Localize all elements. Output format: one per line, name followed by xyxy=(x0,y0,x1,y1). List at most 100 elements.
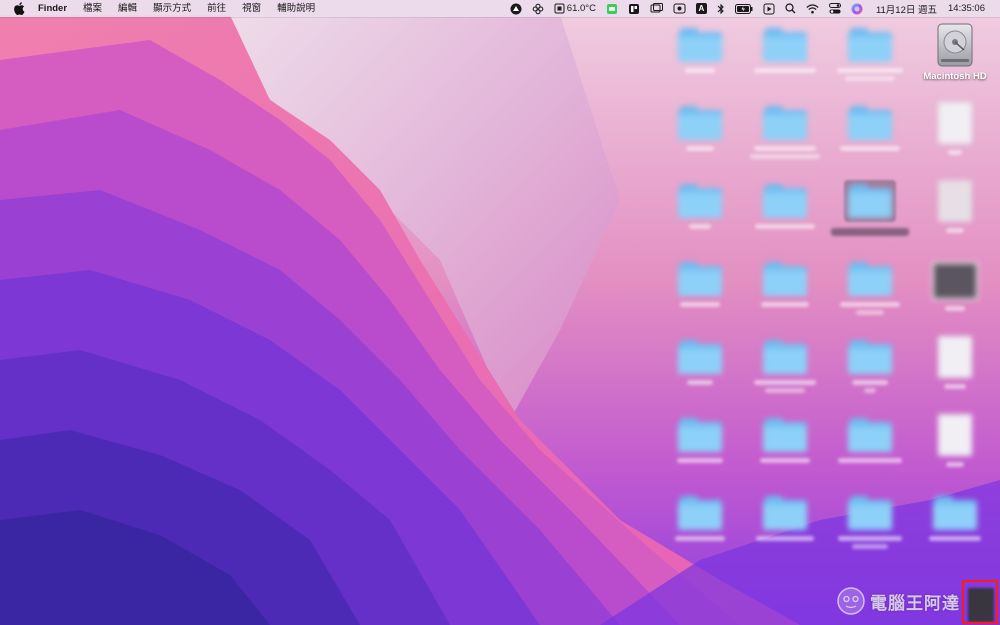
desktop-file[interactable] xyxy=(910,102,1000,155)
blurred-label xyxy=(689,224,711,229)
blurred-label xyxy=(761,302,809,307)
desktop-folder[interactable] xyxy=(825,340,915,393)
desktop-folder[interactable] xyxy=(740,28,830,73)
desktop-folder[interactable] xyxy=(655,340,745,385)
folder-icon xyxy=(678,418,722,452)
screens-icon[interactable] xyxy=(645,0,668,17)
blurred-label xyxy=(948,150,962,155)
blurred-label xyxy=(755,224,815,229)
desktop-folder[interactable] xyxy=(740,418,830,463)
folder-icon xyxy=(933,496,977,530)
menu-finder[interactable]: Finder xyxy=(34,0,75,17)
menu-window[interactable]: 視窗 xyxy=(234,0,269,17)
flower-icon[interactable] xyxy=(527,0,549,17)
apple-menu-icon[interactable] xyxy=(12,2,26,16)
blurred-label xyxy=(852,544,888,549)
desktop-folder[interactable] xyxy=(740,340,830,393)
mascot-face-icon xyxy=(837,587,865,615)
blurred-label xyxy=(840,302,900,307)
desktop-folder[interactable] xyxy=(655,106,745,151)
eye-icon[interactable] xyxy=(668,0,691,17)
blurred-label xyxy=(837,68,903,73)
image-thumbnail-icon xyxy=(932,262,978,300)
menu-view[interactable]: 顯示方式 xyxy=(145,0,199,17)
blurred-label xyxy=(838,458,902,463)
blurred-label xyxy=(831,228,909,236)
macintosh-hd-drive[interactable]: Macintosh HD xyxy=(910,22,1000,82)
folder-icon xyxy=(848,418,892,452)
blurred-label xyxy=(756,536,814,541)
siri-icon[interactable] xyxy=(846,0,868,17)
desktop-folder[interactable] xyxy=(825,496,915,549)
green-status-icon[interactable] xyxy=(601,0,623,17)
spotlight-icon[interactable] xyxy=(780,0,801,17)
desktop-folder[interactable] xyxy=(825,418,915,463)
folder-icon xyxy=(848,262,892,296)
wifi-icon[interactable] xyxy=(801,0,824,17)
desktop-folder[interactable] xyxy=(740,184,830,229)
blurred-label xyxy=(852,380,888,385)
desktop-file[interactable] xyxy=(910,180,1000,233)
input-method-icon[interactable]: A xyxy=(691,0,712,17)
desktop-folder[interactable] xyxy=(740,106,830,159)
desktop-image-file[interactable] xyxy=(910,262,1000,311)
menu-edit[interactable]: 編輯 xyxy=(110,0,145,17)
desktop-folder[interactable] xyxy=(825,28,915,81)
folder-icon xyxy=(848,28,892,62)
desktop-folder[interactable] xyxy=(655,262,745,307)
folder-icon xyxy=(763,340,807,374)
macintosh-hd-label: Macintosh HD xyxy=(923,71,987,82)
menu-help[interactable]: 輔助說明 xyxy=(269,0,323,17)
desktop-folder-selected[interactable] xyxy=(825,180,915,236)
desktop-folder[interactable] xyxy=(655,418,745,463)
folder-icon xyxy=(848,496,892,530)
folder-icon xyxy=(763,418,807,452)
folder-icon xyxy=(678,340,722,374)
folder-icon xyxy=(763,184,807,218)
highlight-box xyxy=(962,580,998,624)
cpu-temperature: 61.0°C xyxy=(566,3,596,14)
menu-date[interactable]: 11月12日 週五 xyxy=(868,0,942,17)
blurred-label xyxy=(687,380,713,385)
blurred-label xyxy=(754,68,816,73)
istat-icon[interactable] xyxy=(505,0,527,17)
blurred-label xyxy=(838,536,902,541)
menu-go[interactable]: 前往 xyxy=(199,0,234,17)
watermark-text: 電腦王阿達 xyxy=(870,593,960,613)
menu-file[interactable]: 檔案 xyxy=(75,0,110,17)
blurred-label xyxy=(845,76,895,81)
watermark: 電腦王阿達 xyxy=(836,586,960,616)
app-icon[interactable] xyxy=(623,0,645,17)
folder-icon xyxy=(848,184,892,218)
cpu-temp-indicator[interactable]: 61.0°C xyxy=(549,0,601,17)
blurred-label xyxy=(680,302,720,307)
desktop-folder[interactable] xyxy=(655,496,745,541)
desktop-file[interactable] xyxy=(910,414,1000,467)
desktop-folder[interactable] xyxy=(740,496,830,541)
desktop-folder[interactable] xyxy=(910,496,1000,541)
folder-icon xyxy=(763,262,807,296)
menu-time[interactable]: 14:35:06 xyxy=(942,0,990,17)
document-icon xyxy=(938,336,972,378)
blurred-label xyxy=(750,154,820,159)
desktop-folder[interactable] xyxy=(740,262,830,307)
blurred-label xyxy=(754,146,816,151)
desktop-folder[interactable] xyxy=(655,28,745,73)
desktop-folder[interactable] xyxy=(825,106,915,151)
desktop[interactable]: Finder 檔案 編輯 顯示方式 前往 視窗 輔助說明 61.0°C A 11… xyxy=(0,0,1000,625)
folder-icon xyxy=(763,106,807,140)
blurred-label xyxy=(675,536,725,541)
blurred-label xyxy=(856,310,884,315)
cpu-icon xyxy=(554,3,565,14)
desktop-file[interactable] xyxy=(910,336,1000,389)
bluetooth-icon[interactable] xyxy=(712,0,730,17)
control-center-icon[interactable] xyxy=(824,0,846,17)
folder-icon xyxy=(763,28,807,62)
blurred-label xyxy=(864,388,876,393)
battery-icon[interactable] xyxy=(730,0,758,17)
document-icon xyxy=(938,102,972,144)
desktop-folder[interactable] xyxy=(655,184,745,229)
blurred-label xyxy=(946,228,964,233)
play-icon[interactable] xyxy=(758,0,780,17)
desktop-folder[interactable] xyxy=(825,262,915,315)
